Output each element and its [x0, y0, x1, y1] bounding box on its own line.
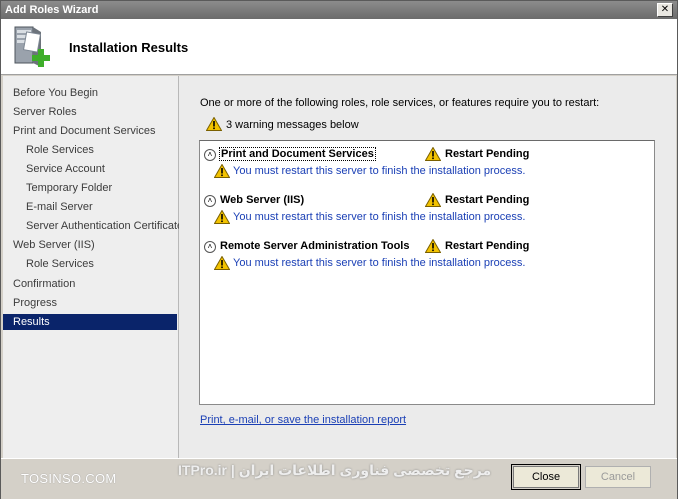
nav-item-label: E-mail Server	[26, 201, 93, 213]
nav-item-role-services-iis[interactable]: Role Services	[3, 256, 177, 272]
role-name[interactable]: Print and Document Services	[219, 147, 376, 161]
role-name[interactable]: Remote Server Administration Tools	[220, 240, 409, 252]
cancel-button[interactable]: Cancel	[585, 466, 651, 488]
nav-item-label: Service Account	[26, 163, 105, 175]
watermark-text-left: TOSINSO.COM	[21, 471, 117, 486]
title-bar[interactable]: Add Roles Wizard ✕	[1, 1, 677, 19]
nav-item-server-auth-certificate[interactable]: Server Authentication Certificate	[3, 218, 183, 234]
results-pane: One or more of the following roles, role…	[179, 76, 676, 458]
role-name[interactable]: Web Server (IIS)	[220, 194, 304, 206]
server-add-icon	[11, 25, 55, 69]
warning-icon	[214, 164, 230, 178]
restart-message: You must restart this server to finish t…	[233, 211, 526, 223]
wizard-header: Installation Results	[1, 19, 677, 75]
warning-icon	[206, 117, 222, 131]
status-text: Restart Pending	[445, 148, 530, 160]
nav-item-print-document-services[interactable]: Print and Document Services	[3, 123, 177, 139]
window-title: Add Roles Wizard	[5, 4, 99, 16]
nav-item-email-server[interactable]: E-mail Server	[3, 199, 177, 215]
nav-item-confirmation[interactable]: Confirmation	[3, 276, 177, 292]
wizard-nav: Before You Begin Server Roles Print and …	[3, 76, 183, 458]
warning-icon	[425, 147, 441, 161]
wizard-window: Add Roles Wizard ✕ Installation Results …	[0, 0, 678, 499]
restart-message: You must restart this server to finish t…	[233, 165, 526, 177]
nav-item-label: Print and Document Services	[13, 125, 156, 137]
nav-item-label: Web Server (IIS)	[13, 239, 95, 251]
restart-intro-text: One or more of the following roles, role…	[200, 97, 600, 109]
nav-item-label: Server Roles	[13, 106, 77, 118]
nav-item-label: Role Services	[26, 258, 94, 270]
result-row-web-server-iis: ˄ Web Server (IIS) Restart Pending You m…	[200, 191, 654, 231]
result-row-print-document-services: ˄ Print and Document Services Restart Pe…	[200, 145, 654, 185]
nav-item-web-server-iis[interactable]: Web Server (IIS)	[3, 237, 177, 253]
nav-item-results[interactable]: Results	[3, 314, 177, 330]
nav-item-service-account[interactable]: Service Account	[3, 161, 177, 177]
close-button[interactable]: Close	[511, 464, 581, 490]
result-row-remote-server-admin-tools: ˄ Remote Server Administration Tools Res…	[200, 237, 654, 277]
installation-report-link[interactable]: Print, e-mail, or save the installation …	[200, 414, 406, 426]
warning-icon	[425, 239, 441, 253]
watermark-text-center: ITPro.ir | مرجع تخصصی فناوری اطلاعات ایر…	[178, 462, 492, 478]
nav-item-label: Progress	[13, 297, 58, 309]
nav-item-label: Results	[13, 316, 50, 328]
status-text: Restart Pending	[445, 240, 530, 252]
restart-message: You must restart this server to finish t…	[233, 257, 526, 269]
nav-item-label: Confirmation	[13, 278, 76, 290]
close-window-button[interactable]: ✕	[657, 3, 673, 17]
nav-item-temporary-folder[interactable]: Temporary Folder	[3, 180, 177, 196]
warning-icon	[214, 210, 230, 224]
nav-item-label: Before You Begin	[13, 87, 99, 99]
collapse-chevron-icon[interactable]: ˄	[204, 241, 216, 253]
status-text: Restart Pending	[445, 194, 530, 206]
nav-item-role-services-print[interactable]: Role Services	[3, 142, 177, 158]
nav-item-server-roles[interactable]: Server Roles	[3, 104, 177, 120]
nav-item-label: Temporary Folder	[26, 182, 113, 194]
nav-item-label: Role Services	[26, 144, 94, 156]
warning-summary-text: 3 warning messages below	[226, 119, 359, 131]
collapse-chevron-icon[interactable]: ˄	[204, 149, 216, 161]
nav-item-progress[interactable]: Progress	[3, 295, 177, 311]
nav-item-label: Server Authentication Certificate	[26, 220, 184, 232]
page-title: Installation Results	[69, 40, 189, 55]
warning-icon	[214, 256, 230, 270]
collapse-chevron-icon[interactable]: ˄	[204, 195, 216, 207]
warning-summary: 3 warning messages below	[206, 117, 359, 133]
warning-icon	[425, 193, 441, 207]
nav-item-before-you-begin[interactable]: Before You Begin	[3, 85, 177, 101]
results-list[interactable]: ˄ Print and Document Services Restart Pe…	[199, 140, 655, 405]
wizard-footer: TOSINSO.COM ITPro.ir | مرجع تخصصی فناوری…	[1, 458, 677, 499]
